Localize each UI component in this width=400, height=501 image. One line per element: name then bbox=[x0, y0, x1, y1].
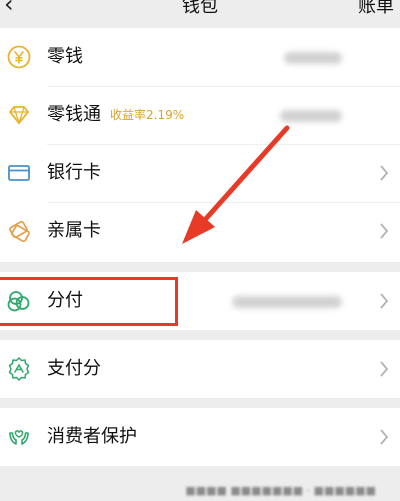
list-item-label: 支付分 bbox=[47, 358, 101, 379]
list-item-consumer-protection[interactable]: 消费者保护 bbox=[0, 408, 400, 466]
bank-card-icon bbox=[8, 165, 30, 181]
chevron-right-icon bbox=[380, 361, 389, 377]
family-card-icon bbox=[9, 220, 30, 243]
chevron-right-icon bbox=[380, 223, 389, 239]
blurred-credit-limit bbox=[232, 296, 342, 308]
diamond-icon bbox=[9, 106, 29, 126]
footer: ■■■■ ■■■■■■■ · ■■■■■■ bbox=[0, 480, 400, 501]
annotation-highlight-box bbox=[0, 277, 178, 326]
list-item-family-card[interactable]: 亲属卡 bbox=[0, 202, 400, 260]
list-item-label: 银行卡 bbox=[47, 162, 101, 183]
yield-badge: 收益率2.19% bbox=[110, 108, 185, 122]
bill-button[interactable]: 账单 bbox=[358, 0, 394, 18]
list-item-label: 零钱通 bbox=[47, 104, 101, 125]
chevron-right-icon bbox=[380, 293, 389, 309]
footer-blurred-text: ■■■■ ■■■■■■■ · ■■■■■■ bbox=[185, 484, 376, 497]
balance-group: 零钱 零钱通 收益率2.19% 银行卡 亲属卡 bbox=[0, 28, 400, 262]
chevron-right-icon bbox=[380, 429, 389, 445]
list-item-change[interactable]: 零钱 bbox=[0, 28, 400, 86]
consumer-protection-group: 消费者保护 bbox=[0, 408, 400, 466]
blurred-balance bbox=[284, 52, 342, 64]
page-title: 钱包 bbox=[182, 0, 218, 17]
list-item-label: 消费者保护 bbox=[47, 426, 137, 447]
blurred-balance bbox=[280, 110, 342, 122]
list-item-label: 零钱 bbox=[47, 46, 83, 67]
pay-score-icon bbox=[8, 357, 30, 381]
list-item-lingqiantong[interactable]: 零钱通 收益率2.19% bbox=[0, 86, 400, 144]
list-item-label: 亲属卡 bbox=[47, 220, 101, 241]
pay-score-group: 支付分 bbox=[0, 340, 400, 398]
yuan-coin-icon bbox=[7, 45, 31, 69]
consumer-protection-icon bbox=[9, 430, 29, 445]
list-item-pay-score[interactable]: 支付分 bbox=[0, 340, 400, 398]
top-bar: ‹ 钱包 账单 bbox=[0, 0, 400, 22]
chevron-right-icon bbox=[380, 165, 389, 181]
list-item-bank-card[interactable]: 银行卡 bbox=[0, 144, 400, 202]
